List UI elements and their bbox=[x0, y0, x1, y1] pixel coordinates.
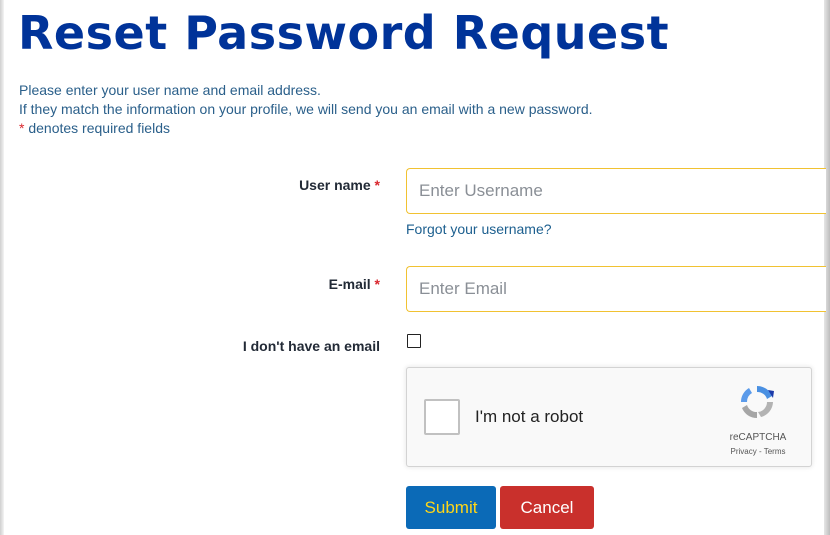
username-required-star: * bbox=[374, 177, 380, 193]
email-label-text: E-mail bbox=[328, 276, 371, 292]
intro-line-1: Please enter your user name and email ad… bbox=[19, 82, 321, 98]
recaptcha-label: I'm not a robot bbox=[475, 407, 584, 426]
recaptcha-logo-icon bbox=[740, 385, 774, 419]
recaptcha-brand: reCAPTCHA bbox=[729, 432, 787, 443]
required-fields-note: * denotes required fields bbox=[19, 119, 593, 138]
email-required-star: * bbox=[374, 276, 380, 292]
recaptcha-terms-link[interactable]: Terms bbox=[764, 447, 786, 456]
recaptcha-privacy-link[interactable]: Privacy bbox=[731, 447, 757, 456]
no-email-label: I don't have an email bbox=[242, 338, 380, 354]
forgot-username-link[interactable]: Forgot your username? bbox=[406, 221, 552, 237]
cancel-button[interactable]: Cancel bbox=[500, 486, 594, 529]
username-label: User name * bbox=[250, 177, 380, 193]
window-edge-left bbox=[0, 0, 4, 535]
recaptcha-links: Privacy - Terms bbox=[721, 447, 795, 456]
submit-button[interactable]: Submit bbox=[406, 486, 496, 529]
page-title: Reset Password Request bbox=[18, 6, 670, 60]
required-note-text: denotes required fields bbox=[24, 120, 170, 136]
intro-line-2: If they match the information on your pr… bbox=[19, 101, 593, 117]
no-email-checkbox[interactable] bbox=[407, 334, 421, 348]
recaptcha-link-separator: - bbox=[756, 447, 764, 456]
username-input[interactable] bbox=[406, 168, 826, 214]
reset-password-page: Reset Password Request Please enter your… bbox=[0, 0, 830, 535]
intro-text: Please enter your user name and email ad… bbox=[19, 81, 593, 138]
email-input[interactable] bbox=[406, 266, 826, 312]
recaptcha-checkbox[interactable] bbox=[424, 399, 460, 435]
username-label-text: User name bbox=[299, 177, 371, 193]
recaptcha-widget: I'm not a robot reCAPTCHA Privacy - Term… bbox=[406, 367, 812, 467]
email-label: E-mail * bbox=[250, 276, 380, 292]
